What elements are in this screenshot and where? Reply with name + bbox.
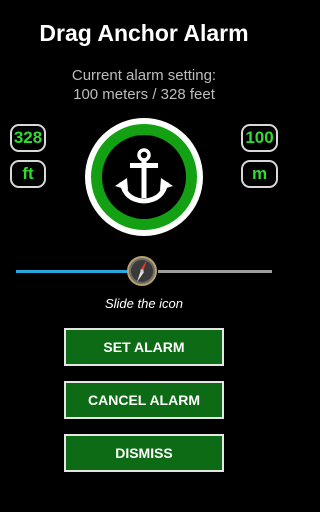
- app-title: Drag Anchor Alarm: [39, 20, 249, 46]
- feet-value-badge: 328: [10, 124, 46, 152]
- meters-value-badge: 100: [241, 124, 278, 152]
- set-alarm-button[interactable]: SET ALARM: [64, 328, 224, 366]
- dismiss-button[interactable]: DISMISS: [64, 434, 224, 472]
- slider-track-inactive: [158, 270, 272, 273]
- anchor-icon: [115, 148, 173, 204]
- alarm-setting-label: Current alarm setting:: [71, 67, 217, 84]
- anchor-badge: [85, 118, 203, 236]
- cancel-alarm-button[interactable]: CANCEL ALARM: [64, 381, 224, 419]
- slider-track-active: [16, 270, 130, 273]
- alarm-setting-value: 100 meters / 328 feet: [73, 86, 215, 103]
- alarm-setting: Current alarm setting: 100 meters / 328 …: [0, 66, 288, 104]
- slider-hint: Slide the icon: [104, 296, 184, 311]
- feet-unit-badge: ft: [10, 160, 46, 188]
- compass-icon[interactable]: [126, 255, 158, 287]
- meters-unit-badge: m: [241, 160, 278, 188]
